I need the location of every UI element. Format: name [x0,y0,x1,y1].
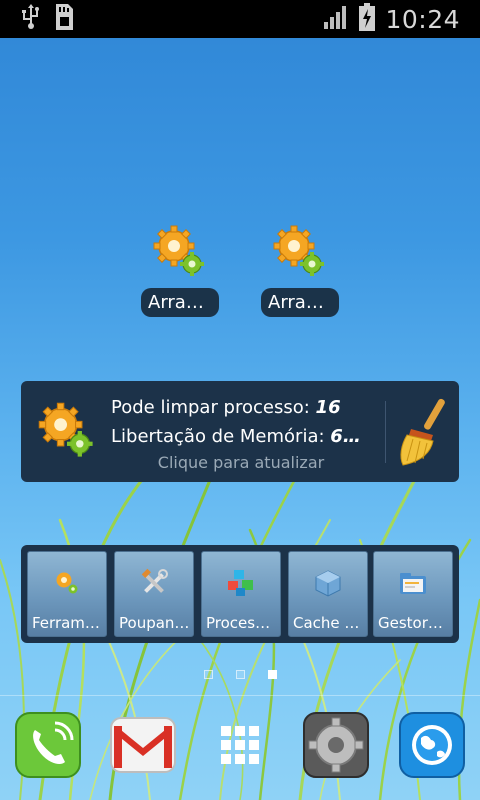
tool-processos[interactable]: Proces… [201,551,281,637]
signal-icon [323,4,349,34]
memory-freed-label: Libertação de Memória: [111,426,325,447]
memory-cleaner-widget[interactable]: Pode limpar processo: 16 Libertação de M… [21,381,459,482]
shortcut-app-2[interactable]: Arran… [240,222,360,321]
tool-label: Poupan… [119,614,190,632]
tool-cache[interactable]: Cache L… [288,551,368,637]
gears-icon [52,568,82,598]
sd-card-icon [52,3,76,35]
status-bar: 10:24 [0,0,480,38]
gears-icon [270,222,330,282]
cube-icon [313,568,343,598]
tool-label: Cache L… [293,614,365,632]
shortcut-label: Arran… [141,288,219,317]
gmail-icon[interactable] [110,712,176,778]
refresh-hint[interactable]: Clique para atualizar [111,453,371,472]
memory-freed-value: 6… [330,426,361,447]
tool-label: Proces… [206,614,271,632]
dock-divider [0,695,480,696]
battery-charging-icon [359,3,376,35]
apps-grid-icon[interactable] [207,712,273,778]
shortcut-label: Arran… [261,288,339,317]
killable-processes-value: 16 [315,397,341,418]
folder-icon [398,568,428,598]
tool-gestor[interactable]: Gestor… [373,551,453,637]
shortcut-app-1[interactable]: Arran… [120,222,240,321]
phone-icon[interactable] [15,712,81,778]
tools-icon [139,568,169,598]
page-dot[interactable] [204,670,213,679]
page-dot-active[interactable] [268,670,277,679]
tool-label: Ferrame… [32,614,104,632]
divider [385,401,386,463]
browser-icon[interactable] [399,712,465,778]
gears-icon [35,399,99,463]
page-indicator [0,670,480,684]
tool-ferramentas[interactable]: Ferrame… [27,551,107,637]
settings-icon[interactable] [303,712,369,778]
tool-poupanca[interactable]: Poupan… [114,551,194,637]
gears-icon [150,222,210,282]
broom-icon[interactable] [393,395,455,469]
killable-processes-label: Pode limpar processo: [111,397,310,418]
tool-label: Gestor… [378,614,443,632]
killable-processes-line: Pode limpar processo: 16 [111,393,371,422]
tools-widget: Ferrame… Poupan… Proces… Cache L… Gestor… [21,545,459,643]
blocks-icon [226,568,256,598]
memory-freed-line: Libertação de Memória: 6… [111,422,371,451]
usb-icon [20,4,42,34]
clock: 10:24 [385,4,460,34]
page-dot[interactable] [236,670,245,679]
